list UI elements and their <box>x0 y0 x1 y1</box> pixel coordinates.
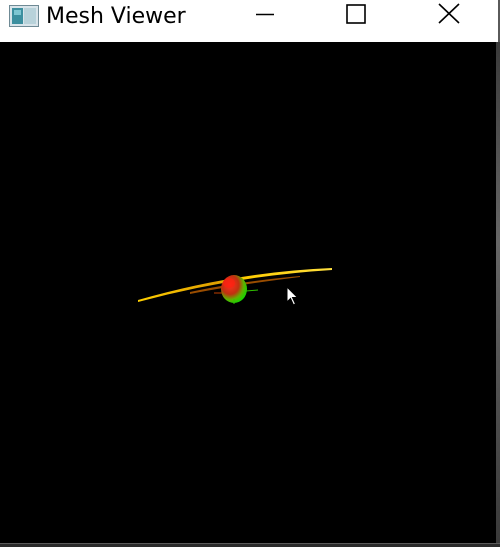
3d-viewport[interactable] <box>0 42 498 543</box>
mesh-viewer-window: Mesh Viewer <box>0 0 500 544</box>
minimize-button[interactable] <box>242 0 288 30</box>
title-bar[interactable]: Mesh Viewer <box>0 0 498 42</box>
mouse-cursor-icon <box>286 286 299 306</box>
close-button[interactable] <box>426 0 472 30</box>
window-border <box>496 42 500 543</box>
axis-tick <box>245 289 259 292</box>
window-title: Mesh Viewer <box>46 4 186 29</box>
maximize-button[interactable] <box>332 0 378 30</box>
sphere-mesh <box>221 275 247 303</box>
sphere-highlight <box>223 278 235 288</box>
mesh-render <box>138 268 332 304</box>
close-icon <box>438 3 460 24</box>
minimize-icon <box>256 13 274 16</box>
maximize-icon <box>346 4 366 24</box>
mesh-viewer-app-icon <box>9 5 39 27</box>
